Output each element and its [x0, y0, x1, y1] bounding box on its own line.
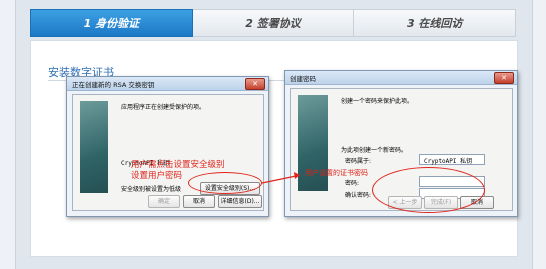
annotation-arrow — [261, 172, 300, 184]
page-background: 1 身份验证 2 签署协议 3 在线回访 安装数字证书 正在创建新的 RSA 交… — [0, 0, 546, 269]
